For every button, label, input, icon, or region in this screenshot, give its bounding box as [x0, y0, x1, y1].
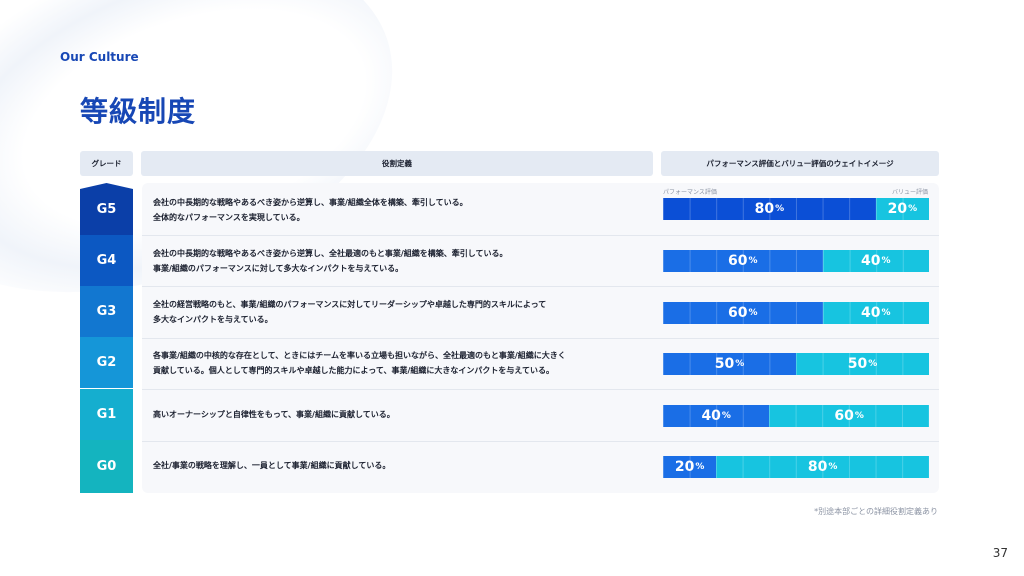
performance-segment: 20%: [663, 456, 717, 478]
performance-label: 80: [754, 201, 775, 217]
percent-sign: %: [748, 308, 758, 318]
value-label: 80: [807, 459, 828, 475]
percent-sign: %: [854, 411, 864, 421]
percent-sign: %: [881, 256, 891, 266]
role-g3: 全社の経営戦略のもと、事業/組織のパフォーマンスに対してリーダーシップや卓越した…: [153, 300, 547, 324]
performance-segment: 80%: [663, 198, 876, 220]
performance-label: 50: [714, 356, 735, 372]
section-label: Our Culture: [60, 50, 139, 64]
value-segment: 50%: [796, 353, 929, 375]
value-segment: 80%: [716, 456, 929, 478]
footnote: *別途本部ごとの詳細役割定義あり: [814, 507, 938, 516]
header-role: 役割定義: [141, 151, 653, 176]
performance-label: 60: [728, 253, 748, 269]
value-label: 40: [861, 253, 881, 269]
performance-segment: 60%: [663, 250, 823, 272]
performance-segment: 40%: [663, 405, 770, 427]
row-divider: [142, 338, 939, 339]
value-segment: 20%: [875, 198, 929, 220]
percent-sign: %: [908, 204, 918, 214]
performance-segment: 50%: [663, 353, 796, 375]
row-divider: [142, 286, 939, 287]
weight-bar-g0: 20% 80%: [663, 456, 929, 478]
percent-sign: %: [828, 462, 838, 472]
percent-sign: %: [868, 359, 878, 369]
performance-segment: 60%: [663, 302, 823, 324]
weight-bar-g4: 60% 40%: [663, 250, 929, 272]
role-g0: 全社/事業の戦略を理解し、一員として事業/組織に貢献している。: [153, 461, 391, 470]
performance-label: 40: [701, 408, 721, 424]
grade-g3: G3: [80, 286, 133, 337]
header-grade: グレード: [80, 151, 133, 176]
weight-bar-g3: 60% 40%: [663, 302, 929, 324]
subheader-performance: パフォーマンス評価: [663, 189, 717, 196]
value-label: 60: [834, 408, 854, 424]
role-g5: 会社の中長期的な戦略やあるべき姿から逆算し、事業/組織全体を構築、牽引している。…: [153, 198, 468, 222]
value-segment: 40%: [822, 250, 929, 272]
performance-label: 20: [674, 459, 695, 475]
subheader-value: バリュー評価: [891, 189, 928, 196]
percent-sign: %: [881, 308, 891, 318]
grade-g1: G1: [80, 389, 133, 440]
page-number: 37: [992, 546, 1008, 560]
percent-sign: %: [721, 411, 731, 421]
row-divider: [142, 389, 939, 390]
percent-sign: %: [748, 256, 758, 266]
performance-label: 60: [728, 305, 748, 321]
grade-g5: G5: [80, 183, 133, 235]
role-g1: 高いオーナーシップと自律性をもって、事業/組織に貢献している。: [153, 410, 395, 419]
page-title: 等級制度: [80, 95, 197, 128]
weight-bar-g2: 50% 50%: [663, 353, 929, 375]
value-label: 50: [847, 356, 868, 372]
grade-g0: G0: [80, 440, 133, 493]
row-divider: [142, 235, 939, 236]
percent-sign: %: [775, 204, 785, 214]
grade-g4: G4: [80, 235, 133, 286]
value-label: 40: [861, 305, 881, 321]
header-weight: パフォーマンス評価とバリュー評価のウェイトイメージ: [661, 151, 939, 176]
percent-sign: %: [735, 359, 745, 369]
row-divider: [142, 441, 939, 442]
role-g2: 各事業/組織の中核的な存在として、ときにはチームを率いる立場も担いながら、全社最…: [153, 351, 566, 375]
percent-sign: %: [695, 462, 705, 472]
grade-g2: G2: [80, 337, 133, 388]
weight-bar-g1: 40% 60%: [663, 405, 929, 427]
role-g4: 会社の中長期的な戦略やあるべき姿から逆算し、全社最適のもと事業/組織を構築、牽引…: [153, 249, 508, 273]
grade-column: G5 G4 G3 G2 G1 G0: [80, 183, 133, 493]
value-label: 20: [887, 201, 908, 217]
value-segment: 40%: [822, 302, 929, 324]
weight-bar-g5: 80% 20%: [663, 198, 929, 220]
value-segment: 60%: [769, 405, 929, 427]
